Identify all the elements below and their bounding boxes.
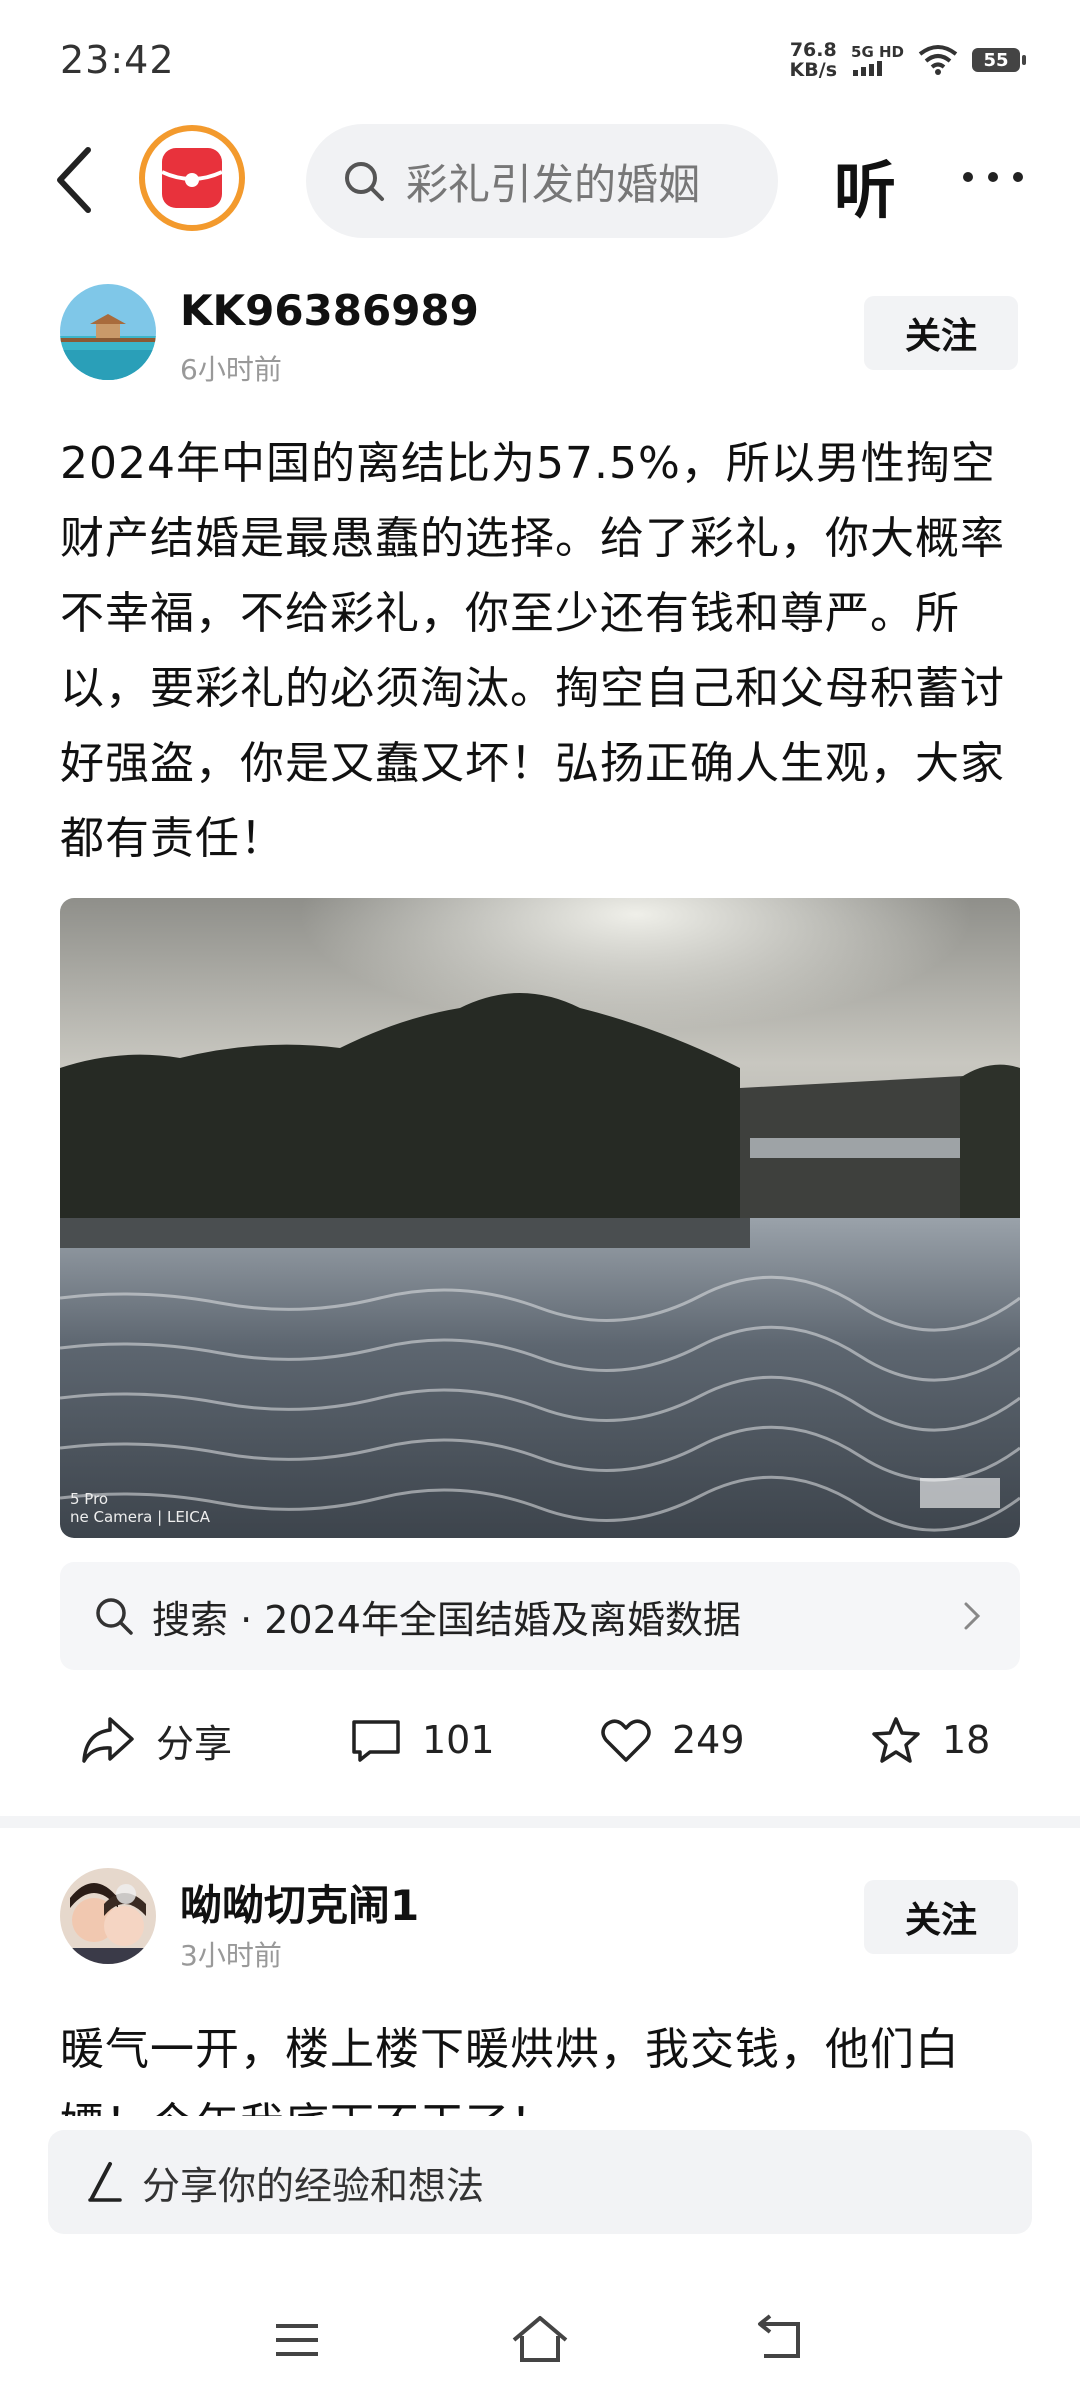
comment-icon: [352, 1720, 400, 1762]
comment-input-bar[interactable]: 分享你的经验和想法: [48, 2130, 1032, 2234]
speed-unit: KB/s: [789, 59, 838, 81]
share-label: 分享: [156, 1721, 233, 1766]
watermark-line2: ne Camera | LEICA: [70, 1508, 210, 1526]
search-icon: [345, 162, 384, 201]
username[interactable]: KK96386989: [180, 286, 479, 335]
post-text[interactable]: 暖气一开，楼上楼下暖烘烘，我交钱，他们白嫖！今年我底下不干了！: [60, 2012, 1020, 2116]
section-divider: [0, 1816, 1080, 1828]
search-suggestion-card[interactable]: 搜索 · 2024年全国结婚及离婚数据: [60, 1562, 1020, 1670]
post-time: 6小时前: [180, 353, 282, 386]
status-time: 23:42: [60, 38, 175, 82]
search-icon: [96, 1598, 133, 1635]
like-button[interactable]: 249: [600, 1700, 745, 1780]
app-logo-icon[interactable]: [138, 124, 246, 232]
more-icon[interactable]: [958, 152, 1028, 202]
username[interactable]: 呦呦切克闹1: [180, 1872, 419, 1933]
search-input[interactable]: 彩礼引发的婚姻: [406, 151, 726, 212]
camera-watermark: 5 Pro ne Camera | LEICA: [70, 1490, 210, 1526]
share-icon: [82, 1717, 134, 1763]
menu-icon[interactable]: [272, 2318, 322, 2362]
search-bar[interactable]: 彩礼引发的婚姻: [306, 124, 778, 238]
network-type: 5G HD: [851, 43, 904, 61]
comment-input[interactable]: 分享你的经验和想法: [142, 2155, 484, 2210]
avatar[interactable]: [60, 284, 156, 380]
comment-button[interactable]: 101: [350, 1700, 495, 1780]
system-nav-bar: [0, 2310, 1080, 2370]
favorite-button[interactable]: 18: [870, 1700, 990, 1780]
status-indicators: 76.8 KB/s 5G HD 55: [790, 40, 1026, 80]
home-icon[interactable]: [510, 2314, 570, 2364]
battery-icon: 55: [972, 48, 1026, 72]
heart-icon: [601, 1719, 651, 1762]
post-actions: 分享 101 249 18: [60, 1700, 1020, 1780]
listen-button[interactable]: 听: [834, 140, 896, 230]
like-count: 249: [672, 1718, 745, 1762]
favorite-count: 18: [942, 1718, 991, 1762]
search-suggestion-text: 搜索 · 2024年全国结婚及离婚数据: [152, 1597, 741, 1642]
post-time: 3小时前: [180, 1939, 282, 1972]
chevron-right-icon: [964, 1602, 981, 1630]
comment-count: 101: [422, 1718, 495, 1762]
back-nav-icon[interactable]: [754, 2314, 808, 2364]
back-icon[interactable]: [48, 140, 108, 220]
watermark-line1: 5 Pro: [70, 1490, 109, 1508]
pen-icon: [88, 2162, 122, 2202]
signal-icon: 5G HD: [851, 44, 904, 76]
wifi-icon: [918, 45, 958, 75]
speed-value: 76.8: [789, 39, 837, 61]
post-photo[interactable]: 5 Pro ne Camera | LEICA: [60, 898, 1020, 1538]
share-button[interactable]: 分享: [80, 1700, 232, 1780]
network-speed: 76.8 KB/s: [790, 40, 837, 80]
post-text[interactable]: 2024年中国的离结比为57.5%，所以男性掏空财产结婚是最愚蠢的选择。给了彩礼…: [60, 426, 1020, 876]
follow-button[interactable]: 关注: [864, 1880, 1018, 1954]
avatar[interactable]: [60, 1868, 156, 1964]
follow-button[interactable]: 关注: [864, 296, 1018, 370]
star-icon: [872, 1717, 920, 1763]
